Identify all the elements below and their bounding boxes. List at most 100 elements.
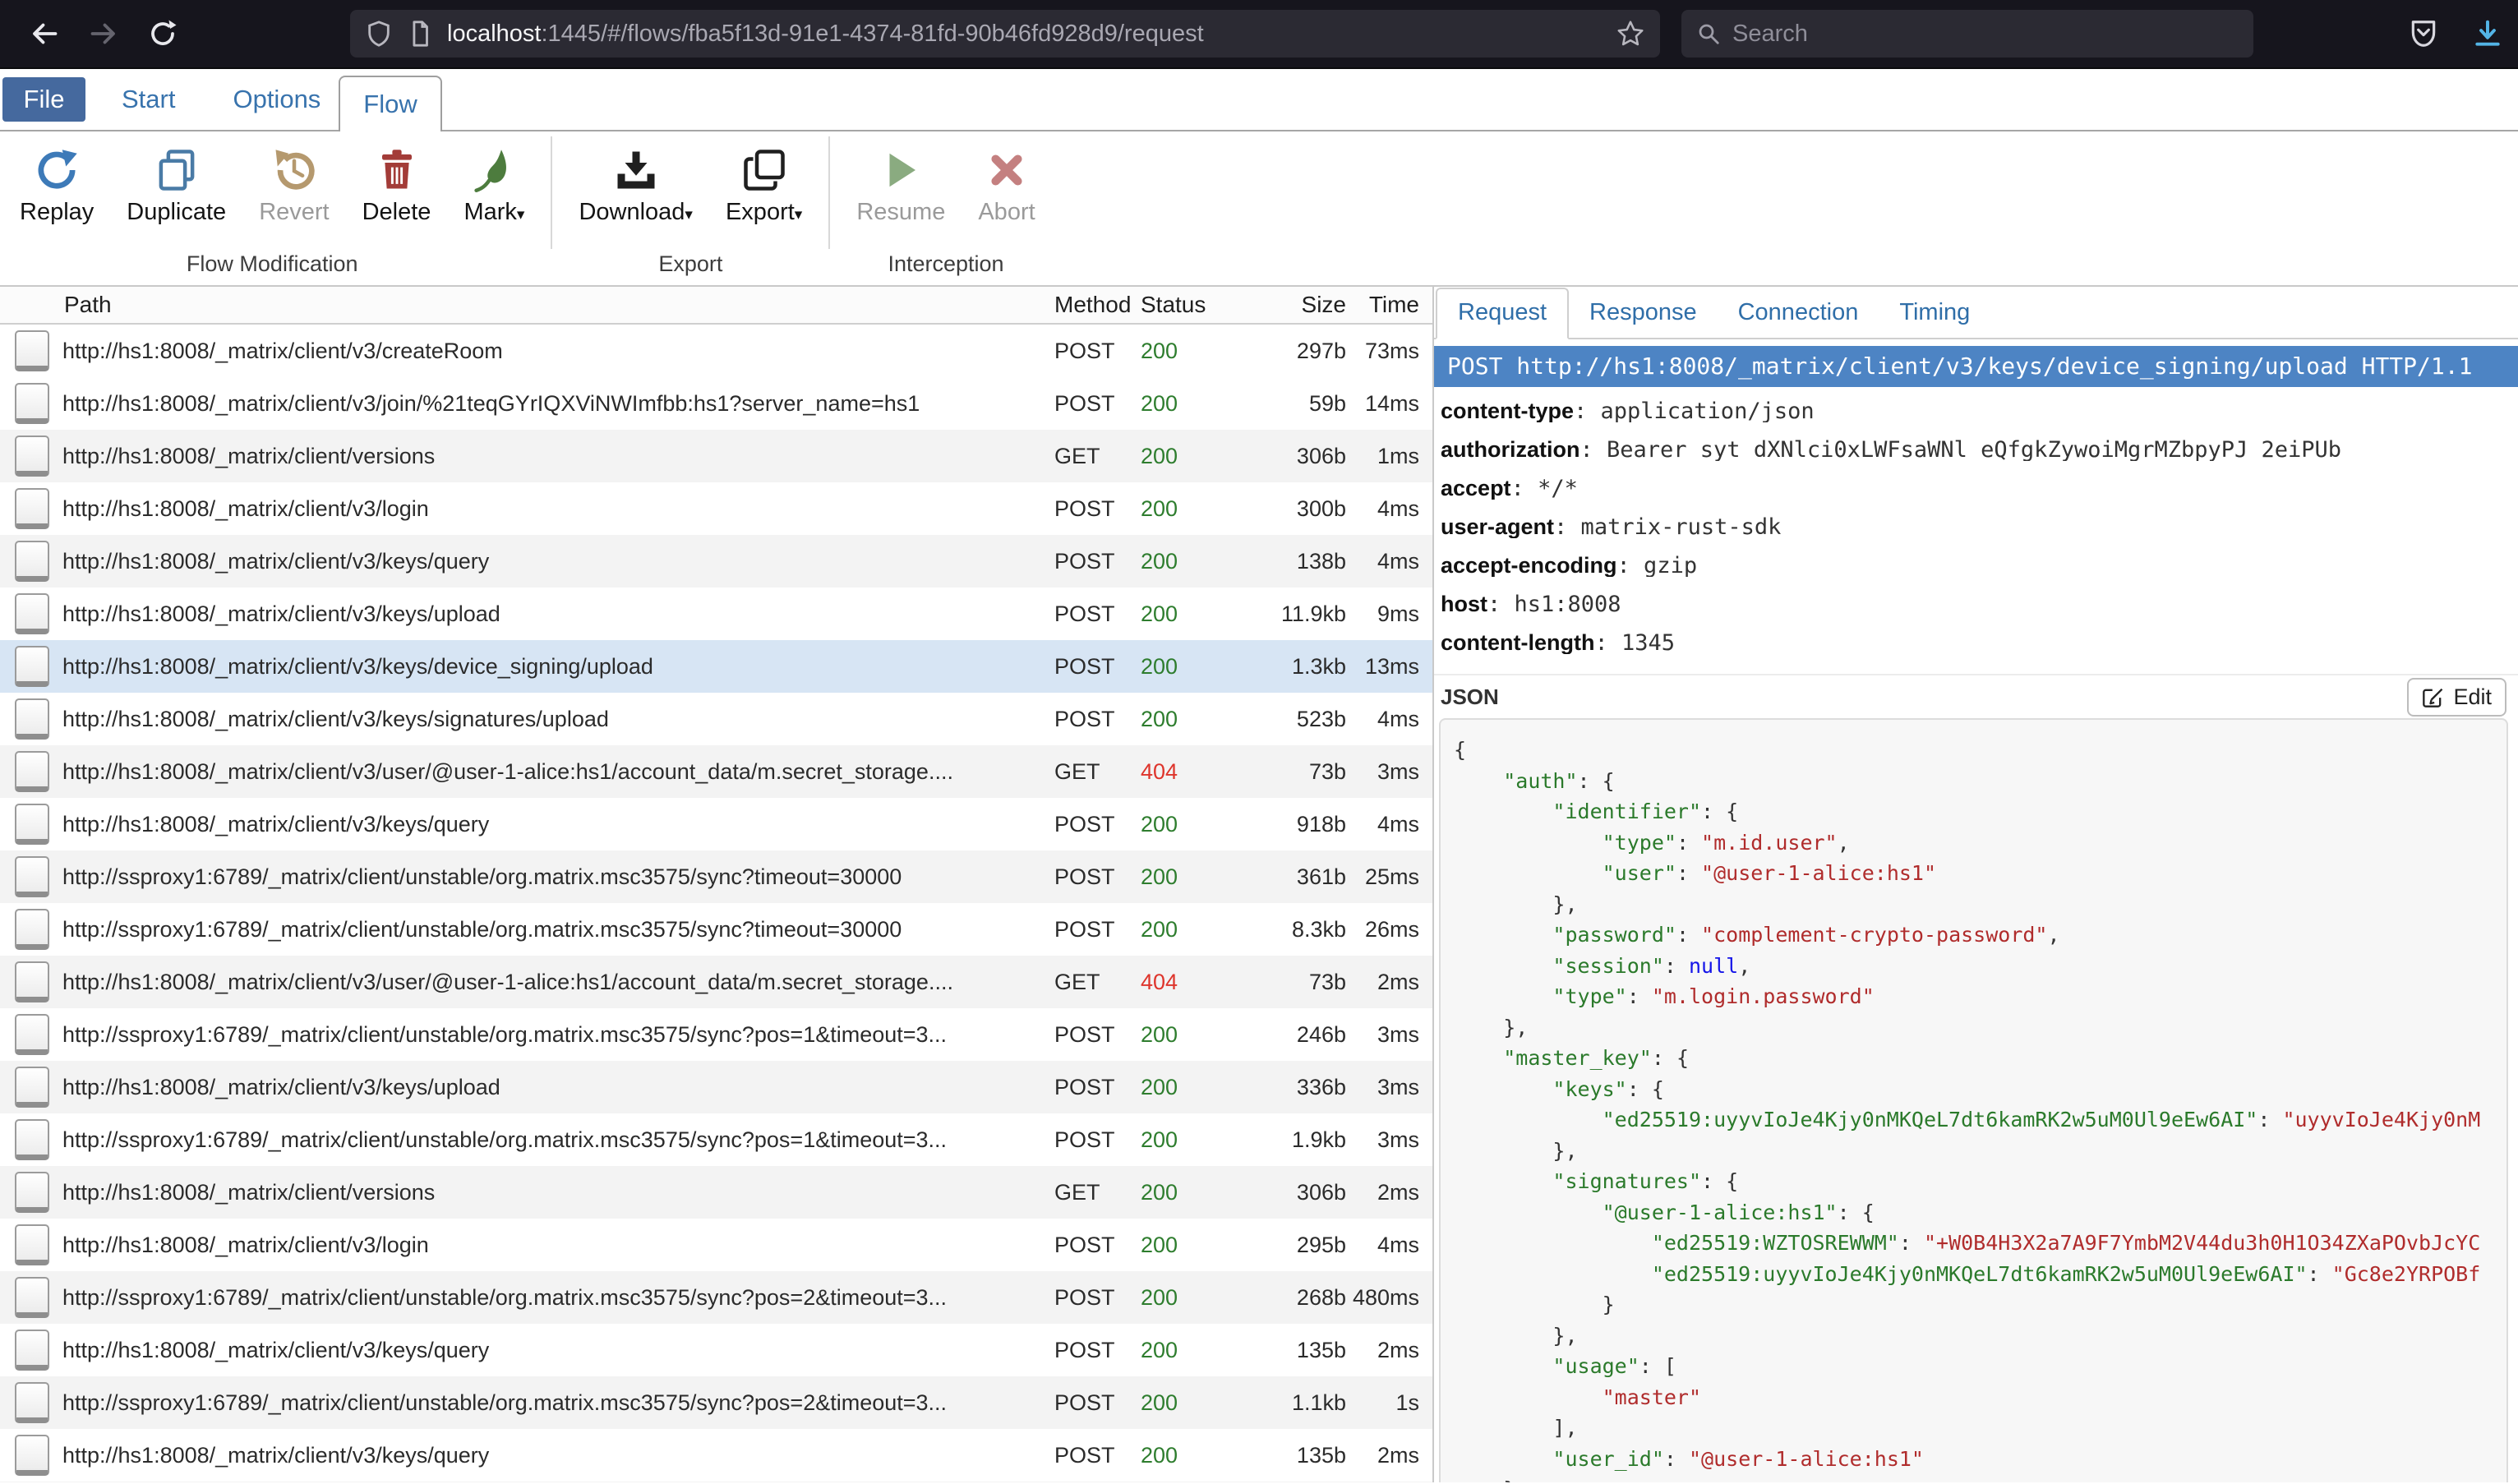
cell-status: 200 [1141, 549, 1223, 574]
duplicate-button[interactable]: Duplicate [110, 131, 242, 229]
revert-button[interactable]: Revert [242, 131, 345, 229]
cell-status: 200 [1141, 812, 1223, 837]
file-button[interactable]: File [2, 77, 85, 122]
cell-method: POST [1054, 601, 1141, 627]
table-row[interactable]: http://ssproxy1:6789/_matrix/client/unst… [0, 1113, 1432, 1166]
table-row[interactable]: http://ssproxy1:6789/_matrix/client/unst… [0, 1271, 1432, 1324]
table-row[interactable]: http://hs1:8008/_matrix/client/v3/user/@… [0, 745, 1432, 798]
table-row[interactable]: http://hs1:8008/_matrix/client/v3/keys/s… [0, 693, 1432, 745]
export-button[interactable]: Export▾ [709, 131, 819, 229]
bookmark-star-icon[interactable] [1616, 19, 1645, 48]
table-row[interactable]: http://hs1:8008/_matrix/client/v3/create… [0, 325, 1432, 377]
cell-time: 2ms [1346, 1338, 1432, 1363]
cell-time: 2ms [1346, 1180, 1432, 1205]
table-row[interactable]: http://ssproxy1:6789/_matrix/client/unst… [0, 903, 1432, 956]
json-line: }, [1454, 1320, 2506, 1352]
resume-button-label: Resume [856, 199, 945, 226]
cell-size: 361b [1223, 864, 1346, 890]
replay-button[interactable]: Replay [3, 131, 110, 229]
header-name: content-length [1441, 632, 1594, 654]
header-name: content-type [1441, 400, 1574, 422]
json-line: "identifier": { [1454, 796, 2506, 827]
table-row[interactable]: http://hs1:8008/_matrix/client/v3/user/@… [0, 956, 1432, 1008]
tab-connection[interactable]: Connection [1718, 289, 1879, 338]
mark-button[interactable]: Mark▾ [447, 131, 541, 229]
download-button-label: Download▾ [579, 199, 693, 226]
cell-status: 200 [1141, 1443, 1223, 1468]
edit-button[interactable]: Edit [2407, 678, 2506, 717]
cell-time: 1ms [1346, 444, 1432, 469]
json-line: "ed25519:WZTOSREWWM": "+W0B4H3X2a7A9F7Ym… [1454, 1228, 2506, 1259]
tab-response[interactable]: Response [1569, 289, 1718, 338]
json-line: "@user-1-alice:hs1": { [1454, 1197, 2506, 1228]
url-host: localhost [447, 21, 541, 47]
header-line: accept: */* [1441, 477, 2518, 500]
menu-item-options[interactable]: Options [233, 85, 321, 114]
tab-timing[interactable]: Timing [1879, 289, 1990, 338]
table-row[interactable]: http://ssproxy1:6789/_matrix/client/unst… [0, 1376, 1432, 1429]
table-row[interactable]: http://hs1:8008/_matrix/client/v3/keys/q… [0, 535, 1432, 588]
url-bar[interactable]: localhost:1445/#/flows/fba5f13d-91e1-437… [350, 10, 1660, 58]
forward-button[interactable] [74, 9, 133, 58]
duplicate-button-label: Duplicate [127, 199, 226, 226]
cell-path: http://hs1:8008/_matrix/client/v3/create… [62, 339, 1054, 364]
json-line: "master_key": { [1454, 1043, 2506, 1074]
json-line: } [1454, 1474, 2506, 1482]
downloads-icon[interactable] [2472, 18, 2503, 49]
table-row[interactable]: http://hs1:8008/_matrix/client/v3/loginP… [0, 482, 1432, 535]
browser-chrome: localhost:1445/#/flows/fba5f13d-91e1-437… [0, 0, 2518, 69]
cell-method: POST [1054, 917, 1141, 942]
body-section-header: JSON Edit [1434, 675, 2518, 718]
abort-icon [985, 148, 1029, 192]
cell-time: 13ms [1346, 654, 1432, 680]
table-row[interactable]: http://ssproxy1:6789/_matrix/client/unst… [0, 850, 1432, 903]
back-button[interactable] [15, 9, 74, 58]
cell-status: 200 [1141, 917, 1223, 942]
table-row[interactable]: http://hs1:8008/_matrix/client/v3/keys/q… [0, 1429, 1432, 1482]
download-button[interactable]: Download▾ [562, 131, 709, 229]
table-row[interactable]: http://hs1:8008/_matrix/client/v3/keys/q… [0, 798, 1432, 850]
search-icon [1696, 21, 1721, 46]
flow-marker [15, 1330, 49, 1371]
header-name: user-agent [1441, 516, 1554, 538]
cell-size: 135b [1223, 1338, 1346, 1363]
tab-request[interactable]: Request [1436, 288, 1569, 339]
cell-size: 306b [1223, 1180, 1346, 1205]
header-line: user-agent: matrix-rust-sdk [1441, 516, 2518, 538]
resume-button[interactable]: Resume [840, 131, 962, 229]
shield-icon[interactable] [365, 20, 393, 48]
abort-button[interactable]: Abort [962, 131, 1051, 229]
flow-marker [15, 593, 49, 634]
table-row[interactable]: http://hs1:8008/_matrix/client/v3/keys/u… [0, 1061, 1432, 1113]
tab-flow[interactable]: Flow [339, 76, 442, 131]
flow-marker [15, 488, 49, 529]
table-header: Path Method Status Size Time [0, 287, 1432, 325]
duplicate-icon [154, 148, 199, 192]
flow-marker [15, 1277, 49, 1318]
header-name: accept [1441, 477, 1511, 500]
table-row[interactable]: http://hs1:8008/_matrix/client/v3/loginP… [0, 1219, 1432, 1271]
table-row[interactable]: http://hs1:8008/_matrix/client/versionsG… [0, 1166, 1432, 1219]
page-info-icon[interactable] [406, 20, 434, 48]
search-bar[interactable]: Search [1681, 10, 2253, 58]
table-row[interactable]: http://hs1:8008/_matrix/client/v3/keys/u… [0, 588, 1432, 640]
table-row[interactable]: http://hs1:8008/_matrix/client/v3/join/%… [0, 377, 1432, 430]
reload-button[interactable] [133, 9, 192, 58]
request-line-banner[interactable]: POST http://hs1:8008/_matrix/client/v3/k… [1434, 346, 2518, 387]
pocket-icon[interactable] [2408, 18, 2439, 49]
delete-button[interactable]: Delete [346, 131, 448, 229]
cell-size: 336b [1223, 1075, 1346, 1100]
json-line: }, [1454, 1012, 2506, 1044]
table-row[interactable]: http://hs1:8008/_matrix/client/versionsG… [0, 430, 1432, 482]
cell-status: 200 [1141, 1338, 1223, 1363]
table-row[interactable]: http://hs1:8008/_matrix/client/v3/keys/q… [0, 1324, 1432, 1376]
delete-icon [375, 148, 419, 192]
table-row[interactable]: http://hs1:8008/_matrix/client/v3/keys/d… [0, 640, 1432, 693]
column-header-status: Status [1141, 292, 1223, 318]
menu-item-start[interactable]: Start [122, 85, 175, 114]
table-row[interactable]: http://ssproxy1:6789/_matrix/client/unst… [0, 1008, 1432, 1061]
cell-path: http://hs1:8008/_matrix/client/v3/login [62, 496, 1054, 522]
cell-size: 135b [1223, 1443, 1346, 1468]
cell-method: POST [1054, 1233, 1141, 1258]
cell-status: 200 [1141, 707, 1223, 732]
